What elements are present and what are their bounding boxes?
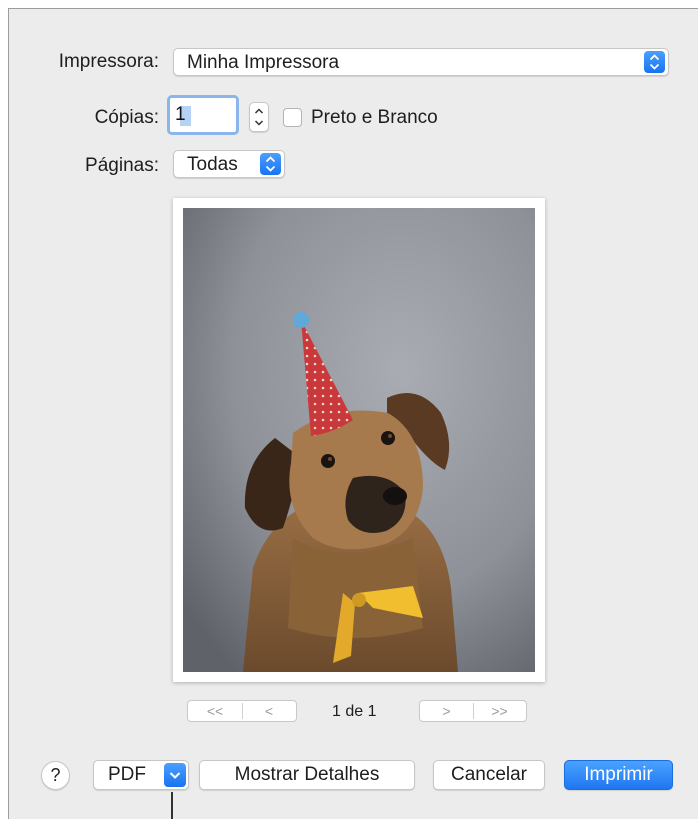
page-indicator: 1 de 1	[332, 703, 377, 720]
pdf-label: PDF	[108, 764, 146, 785]
first-page-button[interactable]: <<	[188, 703, 242, 719]
printer-value: Minha Impressora	[187, 52, 340, 73]
copies-input[interactable]	[175, 103, 231, 127]
print-preview	[173, 198, 545, 682]
pdf-menu-button[interactable]: PDF	[93, 760, 189, 790]
stepper-arrows-icon	[254, 108, 264, 126]
copies-field[interactable]	[167, 95, 239, 135]
print-dialog: Impressora: Minha Impressora Cópias: Pre…	[8, 8, 698, 819]
pager-back-group[interactable]: << <	[187, 700, 297, 722]
chevron-down-icon	[164, 763, 186, 787]
prev-page-button[interactable]: <	[242, 703, 296, 719]
next-page-button[interactable]: >	[420, 703, 473, 719]
last-page-button[interactable]: >>	[473, 703, 526, 719]
popup-arrows-icon	[644, 51, 665, 73]
help-button[interactable]: ?	[41, 761, 70, 790]
print-button[interactable]: Imprimir	[564, 760, 673, 790]
pages-popup[interactable]: Todas	[173, 150, 285, 178]
copies-stepper[interactable]	[249, 102, 269, 132]
cancel-button[interactable]: Cancelar	[433, 760, 545, 790]
dog-party-hat-photo	[183, 208, 535, 672]
callout-line	[171, 792, 173, 819]
bw-checkbox[interactable]	[283, 108, 302, 127]
printer-label: Impressora:	[58, 51, 159, 72]
popup-arrows-icon	[260, 153, 281, 175]
pager-forward-group[interactable]: > >>	[419, 700, 527, 722]
pages-label: Páginas:	[85, 155, 159, 176]
pages-value: Todas	[187, 154, 238, 175]
printer-popup[interactable]: Minha Impressora	[173, 48, 669, 76]
copies-label: Cópias:	[94, 107, 159, 128]
bw-label[interactable]: Preto e Branco	[311, 107, 438, 129]
show-details-button[interactable]: Mostrar Detalhes	[199, 760, 415, 790]
